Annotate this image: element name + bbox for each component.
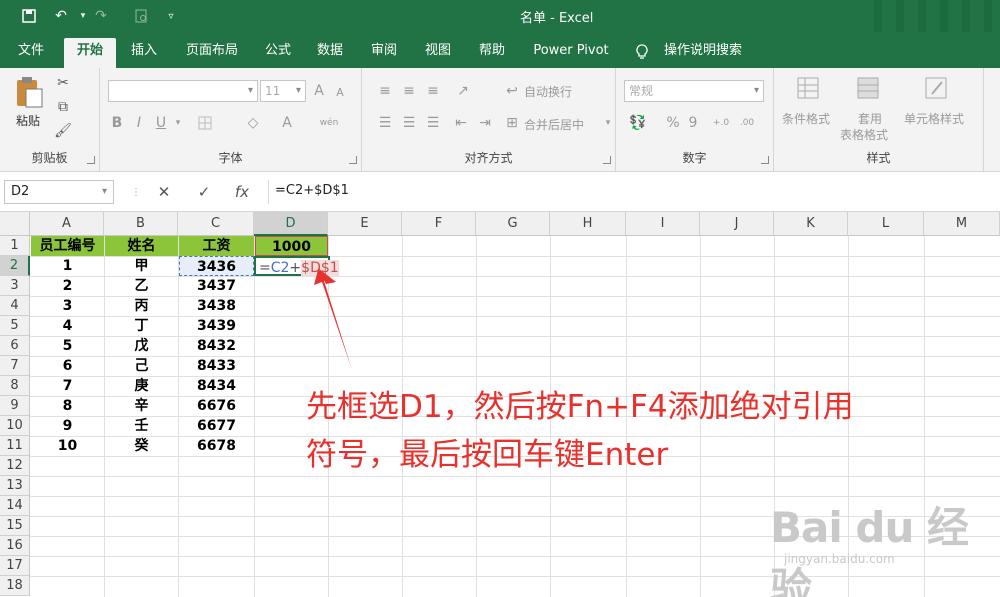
watermark-url: jingyan.baidu.com: [784, 552, 895, 566]
annotation-line-2: 符号，最后按回车键Enter: [306, 437, 669, 473]
watermark: Bai du 经验 jingyan.baidu.com: [770, 494, 990, 597]
annotation-text: 先框选D1，然后按Fn+F4添加绝对引用 符号，最后按回车键Enter: [306, 383, 996, 479]
annotation-line-1: 先框选D1，然后按Fn+F4添加绝对引用: [306, 389, 854, 425]
watermark-logo: Bai du 经验: [770, 503, 969, 597]
